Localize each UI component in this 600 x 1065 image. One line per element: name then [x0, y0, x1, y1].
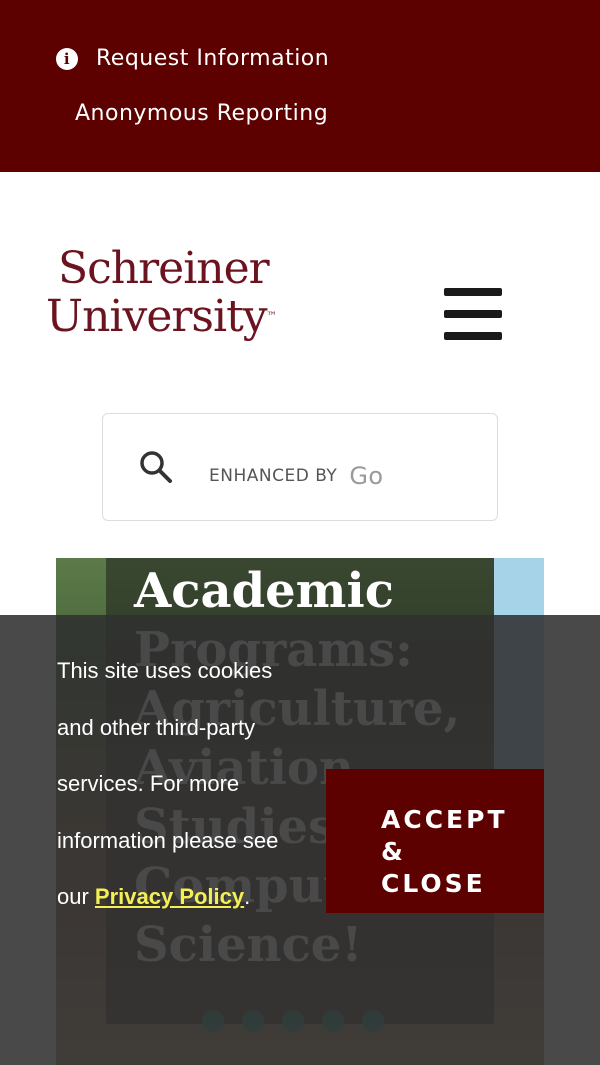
info-icon: i [56, 47, 78, 70]
search-input[interactable]: ENHANCED BY Go [209, 459, 385, 487]
search-icon[interactable] [139, 450, 173, 484]
google-brand-fragment: Go [349, 462, 384, 487]
logo-line-1: Schreiner [58, 243, 270, 294]
request-information-label: Request Information [96, 46, 330, 71]
hamburger-menu-icon[interactable] [444, 288, 502, 340]
search-box[interactable]: ENHANCED BY Go [102, 413, 498, 521]
top-utility-bar: i Request Information Anonymous Reportin… [0, 0, 600, 172]
hero-title-line: Academic [134, 563, 394, 619]
privacy-policy-link[interactable]: Privacy Policy [95, 884, 244, 909]
cookie-message: This site uses cookies and other third-p… [57, 658, 279, 909]
cookie-banner: This site uses cookies and other third-p… [0, 615, 600, 1065]
logo-line-2: University™ [46, 291, 277, 342]
enhanced-by-label: ENHANCED BY [209, 466, 338, 486]
accept-close-button[interactable]: ACCEPT & CLOSE [326, 769, 544, 913]
anonymous-reporting-label: Anonymous Reporting [75, 101, 329, 126]
request-information-link[interactable]: i Request Information [56, 46, 329, 71]
university-logo[interactable]: Schreiner University™ [46, 245, 277, 341]
anonymous-reporting-link[interactable]: Anonymous Reporting [75, 101, 328, 126]
